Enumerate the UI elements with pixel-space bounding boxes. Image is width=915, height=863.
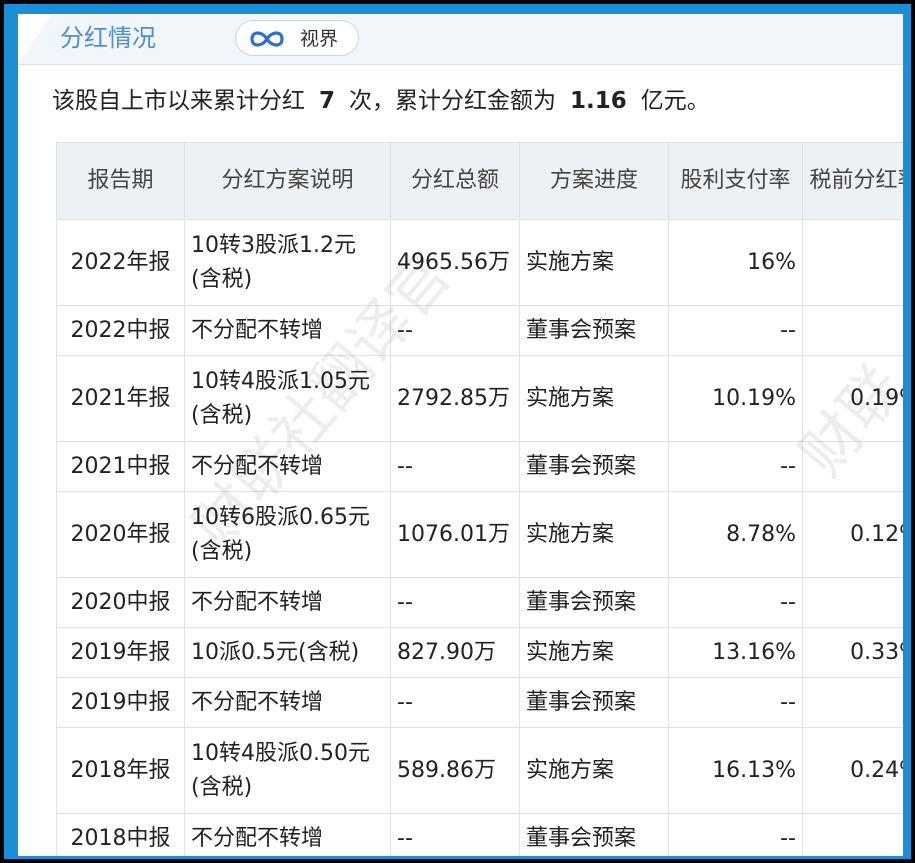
table-row: 2020中报不分配不转增--董事会预案---- [56,577,903,628]
cell-plan: 10转4股派0.50元(含税) [184,727,391,814]
vision-label: 视界 [300,28,339,50]
cell-plan: 10派0.5元(含税) [184,627,391,678]
header-payout[interactable]: 股利支付率 [668,142,803,220]
section-title: 分红情况 [60,24,156,52]
cell-plan: 不分配不转增 [184,677,391,728]
header-plan[interactable]: 分红方案说明 [184,142,391,220]
cell-payout: -- [668,305,803,356]
cell-total: -- [390,305,520,356]
cell-total: 4965.56万 [390,219,520,306]
cell-progress: 董事会预案 [519,677,669,728]
header-total[interactable]: 分红总额 [390,142,520,220]
cell-total: 2792.85万 [390,355,520,442]
cell-period: 2019年报 [56,627,185,678]
table-row: 2021年报 10转4股派1.05元(含税) 2792.85万 实施方案 10.19% 0… [56,355,903,442]
cell-payout: -- [668,441,803,492]
dividend-summary: 该股自上市以来累计分红 7 次，累计分红金额为 1.16 亿元。 [52,86,710,116]
cell-plan: 不分配不转增 [184,577,391,628]
cell-payout: 16.13% [668,727,803,814]
cell-progress: 董事会预案 [519,305,669,356]
dividend-amount: 1.16 [570,88,627,114]
cell-total: -- [390,813,520,856]
dividend-count: 7 [319,88,336,114]
cell-plan: 不分配不转增 [184,813,391,856]
header-yield[interactable]: 税前分红率 [802,142,903,220]
header-accent [18,14,52,64]
cell-payout: -- [668,577,803,628]
cell-total: 1076.01万 [390,491,520,578]
cell-yield: 0.19% [802,355,903,442]
cell-yield: 0.33% [802,627,903,678]
cell-period: 2021年报 [56,355,185,442]
cell-progress: 实施方案 [519,727,669,814]
cell-plan: 10转4股派1.05元(含税) [184,355,391,442]
cell-period: 2020年报 [56,491,185,578]
header-progress[interactable]: 方案进度 [519,142,669,220]
cell-plan: 不分配不转增 [184,305,391,356]
cell-total: -- [390,677,520,728]
cell-payout: 8.78% [668,491,803,578]
header-period[interactable]: 报告期 [56,142,185,220]
table-body: 2022年报10转3股派1.2元(含税)4965.56万实施方案16%--202… [56,219,903,856]
dividend-table: 报告期 分红方案说明 分红总额 方案进度 股利支付率 税前分红率 2022年报1… [56,142,903,856]
vision-button[interactable]: 视界 [235,20,359,56]
cell-progress: 实施方案 [519,355,669,442]
cell-total: 589.86万 [390,727,520,814]
table-row: 2022中报不分配不转增--董事会预案---- [56,305,903,356]
infinity-icon [250,31,284,47]
window-frame: 分红情况 视界 该股自上市以来累计分红 7 次，累计分红金额为 1.16 亿元。 报告 [0,0,915,863]
table-row: 2019中报不分配不转增--董事会预案---- [56,677,903,728]
cell-progress: 实施方案 [519,219,669,306]
cell-yield: 0.12% [802,491,903,578]
cell-total: -- [390,441,520,492]
table-row: 2022年报10转3股派1.2元(含税)4965.56万实施方案16%-- [56,219,903,306]
cell-payout: 10.19% [668,355,803,442]
cell-yield: 0.24% [802,727,903,814]
cell-period: 2018中报 [56,813,185,856]
cell-yield: -- [802,813,903,856]
cell-yield: -- [802,305,903,356]
cell-period: 2019中报 [56,677,185,728]
cell-payout: 13.16% [668,627,803,678]
cell-period: 2020中报 [56,577,185,628]
cell-yield: -- [802,219,903,306]
cell-total: 827.90万 [390,627,520,678]
cell-total: -- [390,577,520,628]
table-row: 2020年报 10转6股派0.65元(含税) 1076.01万 实施方案 8.78% 0.… [56,491,903,578]
cell-payout: -- [668,677,803,728]
summary-middle: 次，累计分红金额为 [349,88,557,114]
cell-period: 2022中报 [56,305,185,356]
cell-progress: 实施方案 [519,491,669,578]
cell-plan: 10转6股派0.65元(含税) [184,491,391,578]
cell-payout: -- [668,813,803,856]
cell-progress: 董事会预案 [519,813,669,856]
dividend-panel: 分红情况 视界 该股自上市以来累计分红 7 次，累计分红金额为 1.16 亿元。 报告 [18,14,903,856]
cell-yield: -- [802,441,903,492]
cell-payout: 16% [668,219,803,306]
cell-progress: 董事会预案 [519,441,669,492]
table-row: 2018中报不分配不转增--董事会预案---- [56,813,903,856]
summary-prefix: 该股自上市以来累计分红 [52,88,305,114]
cell-progress: 实施方案 [519,627,669,678]
cell-plan: 不分配不转增 [184,441,391,492]
cell-period: 2022年报 [56,219,185,306]
section-header: 分红情况 视界 [18,14,903,65]
summary-suffix: 亿元。 [640,88,710,114]
cell-yield: -- [802,577,903,628]
table-row: 2021中报不分配不转增--董事会预案---- [56,441,903,492]
cell-plan: 10转3股派1.2元(含税) [184,219,391,306]
cell-yield: -- [802,677,903,728]
table-header-row: 报告期 分红方案说明 分红总额 方案进度 股利支付率 税前分红率 [56,142,903,220]
cell-progress: 董事会预案 [519,577,669,628]
table-row: 2018年报 10转4股派0.50元(含税) 589.86万 实施方案 16.13% 0.… [56,727,903,814]
table-row: 2019年报10派0.5元(含税)827.90万实施方案13.16%0.33% [56,627,903,678]
cell-period: 2021中报 [56,441,185,492]
cell-period: 2018年报 [56,727,185,814]
